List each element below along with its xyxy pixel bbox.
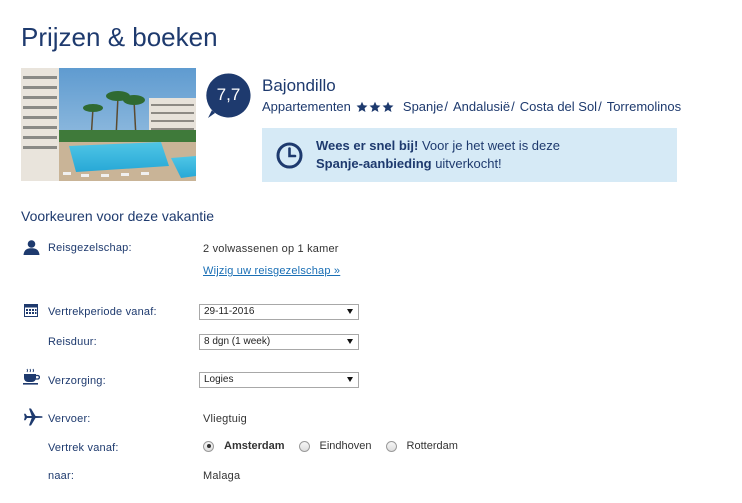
hotel-meta: Appartementen Spanje / Andalusië / Costa d… [262,99,682,114]
radio-rotterdam[interactable]: Rotterdam [385,440,458,452]
board-value: Logies [204,374,234,385]
travel-party-label: Reisgezelschap: [48,242,132,254]
destination-label: naar: [48,470,75,482]
star-icon [382,101,394,112]
accommodation-type: Appartementen [262,99,351,114]
airplane-icon [24,408,43,426]
radio-amsterdam[interactable]: Amsterdam [203,440,285,452]
radio-button[interactable] [298,440,310,452]
alert-text-2: uitverkocht! [431,156,502,171]
departure-from-label: Vertrek vanaf: [48,442,119,454]
board-label: Verzorging: [48,375,106,387]
alert-bold-2: Spanje-aanbieding [316,156,432,171]
location-city[interactable]: Torremolinos [607,99,681,114]
preferences-title: Voorkeuren voor deze vakantie [21,208,215,224]
destination-value: Malaga [203,470,241,482]
page-title: Prijzen & boeken [21,22,218,52]
rating-score: 7,7 [216,85,241,104]
duration-select[interactable]: 8 dgn (1 week) [199,334,359,350]
duration-value: 8 dgn (1 week) [204,336,271,347]
radio-button[interactable] [203,440,214,452]
hotel-photo[interactable] [21,68,196,181]
hotel-name: Bajondillo [262,76,336,95]
coffee-cup-icon [23,368,40,385]
radio-label: Amsterdam [224,440,285,452]
chevron-down-icon [347,309,353,314]
duration-label: Reisduur: [48,336,97,348]
chevron-down-icon [347,339,353,344]
travel-party-value: 2 volwassenen op 1 kamer [203,243,339,255]
star-rating [356,101,395,113]
star-icon [356,101,368,112]
person-icon [23,240,40,255]
radio-button[interactable] [385,440,397,452]
radio-label: Eindhoven [319,440,372,452]
chevron-down-icon [347,377,353,382]
location-country[interactable]: Spanje [403,99,443,114]
location-area[interactable]: Costa del Sol [520,99,597,114]
radio-label: Rotterdam [406,440,458,452]
departure-period-label: Vertrekperiode vanaf: [48,306,157,318]
departure-date-select[interactable]: 29-11-2016 [199,304,359,320]
board-select[interactable]: Logies [199,372,359,388]
transport-label: Vervoer: [48,413,91,425]
transport-value: Vliegtuig [203,413,247,425]
alert-bold-1: Wees er snel bij! [316,138,419,153]
alert-message: Wees er snel bij! Voor je het weet is de… [316,137,666,173]
calendar-icon [24,304,38,317]
departure-airport-radio-group: Amsterdam Eindhoven Rotterdam [203,440,472,452]
radio-eindhoven[interactable]: Eindhoven [298,440,372,452]
change-travel-party-link[interactable]: Wijzig uw reisgezelschap » [203,265,340,277]
alert-text-1: Voor je het weet is deze [418,138,561,153]
location-region[interactable]: Andalusië [453,99,510,114]
urgency-alert: Wees er snel bij! Voor je het weet is de… [262,128,677,182]
clock-icon [276,142,303,169]
star-icon [369,101,381,112]
departure-date-value: 29-11-2016 [204,306,255,317]
rating-badge: 7,7 [205,72,252,119]
